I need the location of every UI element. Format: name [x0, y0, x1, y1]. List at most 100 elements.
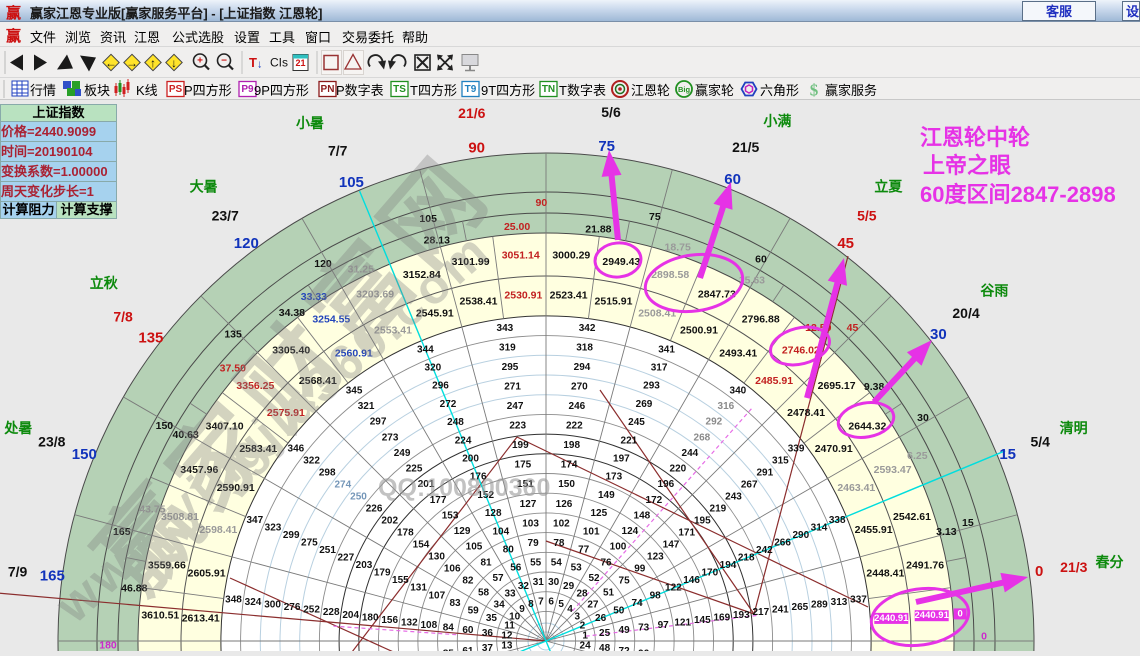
svg-text:101: 101	[583, 526, 600, 537]
svg-text:T: T	[249, 55, 257, 70]
svg-text:Big: Big	[678, 85, 691, 94]
svg-text:49: 49	[619, 625, 631, 636]
svg-text:52: 52	[588, 573, 600, 584]
svg-text:342: 342	[579, 323, 596, 334]
svg-text:130: 130	[428, 552, 445, 563]
svg-text:108: 108	[420, 620, 437, 631]
svg-text:2485.91: 2485.91	[755, 375, 793, 387]
svg-text:218: 218	[738, 553, 755, 564]
svg-text:203: 203	[356, 560, 373, 571]
svg-text:135: 135	[138, 329, 163, 346]
svg-text:60: 60	[755, 253, 767, 265]
svg-text:36: 36	[482, 628, 494, 639]
svg-text:2695.17: 2695.17	[818, 380, 856, 392]
svg-text:270: 270	[571, 382, 588, 393]
svg-text:21.88: 21.88	[585, 223, 611, 235]
svg-text:48: 48	[599, 643, 611, 651]
svg-text:31: 31	[533, 577, 545, 588]
svg-text:198: 198	[563, 440, 580, 451]
svg-text:155: 155	[392, 575, 409, 586]
svg-text:立秋: 立秋	[90, 275, 119, 291]
svg-text:344: 344	[417, 344, 434, 355]
svg-text:271: 271	[504, 382, 521, 393]
svg-text:293: 293	[643, 381, 660, 392]
svg-text:15: 15	[962, 517, 974, 529]
svg-text:150: 150	[72, 446, 97, 463]
svg-text:295: 295	[502, 362, 519, 373]
svg-text:226: 226	[366, 504, 383, 515]
svg-text:江恩轮中轮: 江恩轮中轮	[920, 125, 1030, 150]
svg-text:72: 72	[619, 646, 631, 651]
svg-text:120: 120	[234, 235, 259, 252]
svg-text:53: 53	[571, 563, 583, 574]
svg-text:268: 268	[694, 432, 711, 443]
svg-text:174: 174	[561, 460, 578, 471]
svg-text:82: 82	[462, 576, 474, 587]
svg-text:99: 99	[634, 564, 646, 575]
svg-text:←: ←	[105, 56, 117, 70]
svg-text:→: →	[126, 56, 138, 70]
svg-text:204: 204	[342, 610, 359, 621]
svg-text:2530.91: 2530.91	[504, 290, 542, 302]
svg-text:194: 194	[720, 560, 737, 571]
svg-text:348: 348	[225, 594, 242, 605]
svg-text:2515.91: 2515.91	[595, 296, 633, 308]
svg-text:26: 26	[595, 613, 607, 624]
svg-text:106: 106	[444, 564, 461, 575]
svg-text:8: 8	[528, 599, 534, 610]
svg-text:2523.41: 2523.41	[550, 290, 588, 302]
svg-text:55: 55	[530, 557, 542, 568]
svg-text:2613.41: 2613.41	[182, 612, 220, 624]
svg-text:6: 6	[548, 596, 554, 607]
svg-text:250: 250	[350, 492, 367, 503]
svg-text:150: 150	[558, 479, 575, 490]
svg-text:2493.41: 2493.41	[719, 347, 757, 359]
svg-text:2796.88: 2796.88	[742, 314, 780, 326]
svg-text:148: 148	[634, 511, 651, 522]
svg-text:104: 104	[492, 526, 509, 537]
svg-text:247: 247	[507, 401, 524, 412]
svg-text:4: 4	[567, 604, 573, 615]
svg-text:217: 217	[752, 607, 769, 618]
svg-text:60: 60	[724, 171, 741, 188]
svg-text:289: 289	[811, 600, 828, 611]
svg-text:24: 24	[580, 641, 592, 651]
svg-text:CIs: CIs	[270, 56, 288, 70]
svg-text:340: 340	[730, 385, 747, 396]
svg-text:107: 107	[428, 590, 445, 601]
svg-text:125: 125	[590, 508, 607, 519]
svg-text:2644.32: 2644.32	[848, 420, 886, 432]
svg-text:313: 313	[831, 597, 848, 608]
svg-text:18.75: 18.75	[665, 241, 691, 253]
svg-text:267: 267	[741, 480, 758, 491]
svg-text:小暑: 小暑	[296, 115, 324, 131]
svg-text:298: 298	[319, 468, 336, 479]
svg-text:QQ:100800360: QQ:100800360	[378, 474, 550, 502]
svg-text:60度区间2847-2898: 60度区间2847-2898	[920, 182, 1116, 207]
svg-text:338: 338	[829, 515, 846, 526]
svg-text:249: 249	[394, 448, 411, 459]
svg-text:126: 126	[556, 499, 573, 510]
svg-text:131: 131	[410, 583, 427, 594]
svg-text:223: 223	[509, 421, 526, 432]
svg-text:294: 294	[574, 362, 591, 373]
svg-text:↓: ↓	[257, 59, 263, 71]
svg-text:145: 145	[694, 615, 711, 626]
svg-text:谷雨: 谷雨	[980, 283, 1008, 299]
svg-text:29: 29	[563, 581, 575, 592]
svg-text:291: 291	[756, 468, 773, 479]
svg-text:75: 75	[598, 138, 615, 155]
svg-text:2491.76: 2491.76	[906, 560, 944, 572]
svg-text:175: 175	[515, 460, 532, 471]
svg-text:25.00: 25.00	[504, 221, 530, 233]
svg-text:196: 196	[658, 479, 675, 490]
svg-text:105: 105	[466, 542, 483, 553]
svg-text:180: 180	[362, 612, 379, 623]
svg-text:2: 2	[580, 620, 586, 631]
svg-text:T9: T9	[465, 84, 477, 95]
svg-text:266: 266	[774, 538, 791, 549]
svg-text:273: 273	[382, 432, 399, 443]
svg-text:2538.41: 2538.41	[460, 296, 498, 308]
svg-text:小满: 小满	[763, 113, 791, 129]
svg-text:319: 319	[499, 343, 516, 354]
